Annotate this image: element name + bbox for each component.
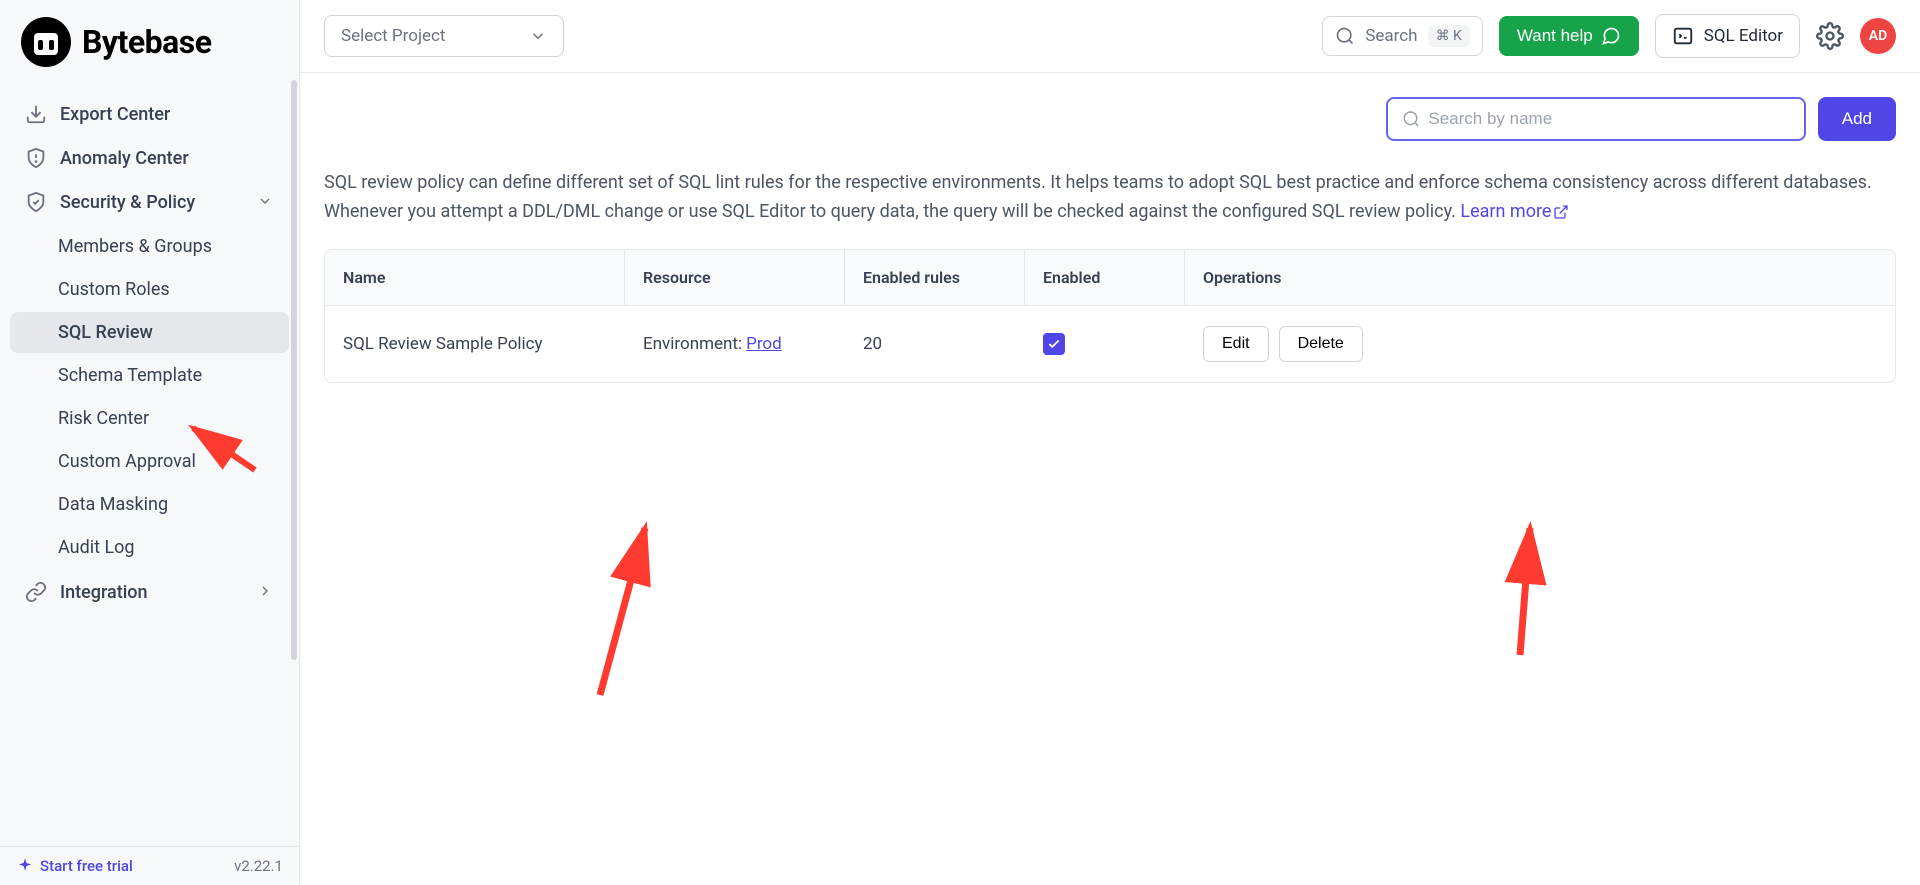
bytebase-logo-icon bbox=[20, 16, 72, 68]
sidebar-item-data-masking[interactable]: Data Masking bbox=[10, 484, 289, 525]
main-content: Select Project Search ⌘ K Want help SQL … bbox=[300, 0, 1920, 885]
terminal-icon bbox=[1672, 25, 1694, 47]
sidebar: Bytebase Export Center Anomaly Center Se… bbox=[0, 0, 300, 885]
col-name: Name bbox=[325, 250, 625, 305]
page-description: SQL review policy can define different s… bbox=[324, 169, 1896, 227]
search-icon bbox=[1335, 26, 1355, 46]
policy-table: Name Resource Enabled rules Enabled Oper… bbox=[324, 249, 1896, 383]
sidebar-footer: Start free trial v2.22.1 bbox=[0, 846, 299, 885]
settings-button[interactable] bbox=[1816, 22, 1844, 50]
sidebar-item-security-policy[interactable]: Security & Policy bbox=[10, 180, 289, 224]
sidebar-label: Export Center bbox=[60, 104, 170, 125]
col-operations: Operations bbox=[1185, 250, 1895, 305]
sidebar-label: Integration bbox=[60, 582, 148, 603]
sidebar-label: Security & Policy bbox=[60, 192, 195, 213]
external-link-icon bbox=[1553, 204, 1569, 220]
col-enabled-rules: Enabled rules bbox=[845, 250, 1025, 305]
sidebar-item-members-groups[interactable]: Members & Groups bbox=[10, 226, 289, 267]
add-button[interactable]: Add bbox=[1818, 97, 1896, 141]
name-search-input-wrapper[interactable] bbox=[1386, 97, 1806, 141]
user-avatar[interactable]: AD bbox=[1860, 18, 1896, 54]
global-search[interactable]: Search ⌘ K bbox=[1322, 16, 1483, 56]
cell-enabled bbox=[1025, 306, 1185, 382]
name-search-input[interactable] bbox=[1428, 109, 1789, 129]
sidebar-item-schema-template[interactable]: Schema Template bbox=[10, 355, 289, 396]
cell-name: SQL Review Sample Policy bbox=[325, 306, 625, 382]
cell-enabled-rules: 20 bbox=[845, 306, 1025, 382]
brand-name: Bytebase bbox=[82, 23, 211, 61]
enabled-checkbox[interactable] bbox=[1043, 333, 1065, 355]
sql-editor-button[interactable]: SQL Editor bbox=[1655, 14, 1800, 58]
shield-check-icon bbox=[24, 190, 48, 214]
search-icon bbox=[1402, 109, 1421, 129]
sidebar-item-anomaly-center[interactable]: Anomaly Center bbox=[10, 136, 289, 180]
sidebar-item-audit-log[interactable]: Audit Log bbox=[10, 527, 289, 568]
chevron-down-icon bbox=[529, 27, 547, 45]
col-enabled: Enabled bbox=[1025, 250, 1185, 305]
sparkle-icon bbox=[16, 857, 34, 875]
learn-more-link[interactable]: Learn more bbox=[1460, 201, 1569, 222]
alert-shield-icon bbox=[24, 146, 48, 170]
cell-operations: Edit Delete bbox=[1185, 306, 1895, 382]
project-selector[interactable]: Select Project bbox=[324, 15, 564, 57]
chat-icon bbox=[1601, 26, 1621, 46]
sidebar-item-export-center[interactable]: Export Center bbox=[10, 92, 289, 136]
download-icon bbox=[24, 102, 48, 126]
want-help-button[interactable]: Want help bbox=[1499, 16, 1639, 56]
keyboard-shortcut: ⌘ K bbox=[1428, 25, 1470, 47]
version-label: v2.22.1 bbox=[234, 857, 283, 875]
sidebar-item-integration[interactable]: Integration bbox=[10, 570, 289, 614]
chevron-down-icon bbox=[257, 193, 275, 211]
sidebar-item-sql-review[interactable]: SQL Review bbox=[10, 312, 289, 353]
start-trial-link[interactable]: Start free trial bbox=[16, 857, 133, 875]
delete-button[interactable]: Delete bbox=[1279, 326, 1363, 362]
table-header: Name Resource Enabled rules Enabled Oper… bbox=[325, 250, 1895, 305]
topbar: Select Project Search ⌘ K Want help SQL … bbox=[300, 0, 1920, 73]
check-icon bbox=[1047, 337, 1061, 351]
sidebar-item-risk-center[interactable]: Risk Center bbox=[10, 398, 289, 439]
brand-logo[interactable]: Bytebase bbox=[0, 0, 299, 84]
sidebar-label: Anomaly Center bbox=[60, 148, 189, 169]
chevron-right-icon bbox=[257, 583, 275, 601]
cell-resource: Environment: Prod bbox=[625, 306, 845, 382]
col-resource: Resource bbox=[625, 250, 845, 305]
link-icon bbox=[24, 580, 48, 604]
environment-link[interactable]: Prod bbox=[746, 334, 782, 354]
sidebar-nav: Export Center Anomaly Center Security & … bbox=[0, 84, 299, 846]
table-row: SQL Review Sample Policy Environment: Pr… bbox=[325, 305, 1895, 382]
sidebar-item-custom-approval[interactable]: Custom Approval bbox=[10, 441, 289, 482]
sidebar-item-custom-roles[interactable]: Custom Roles bbox=[10, 269, 289, 310]
edit-button[interactable]: Edit bbox=[1203, 326, 1269, 362]
